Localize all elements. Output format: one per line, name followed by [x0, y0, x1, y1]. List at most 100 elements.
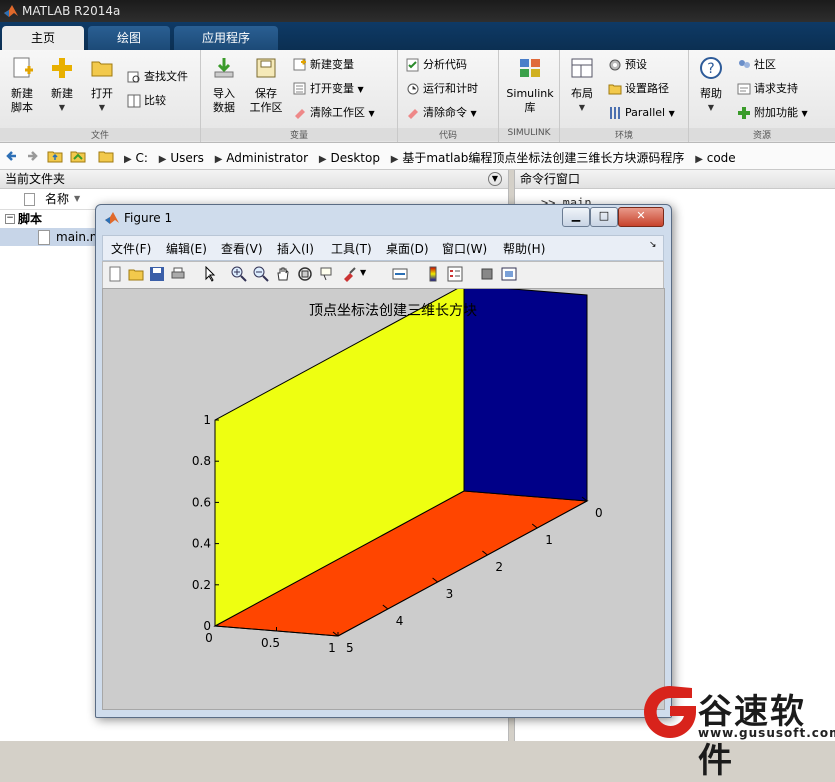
file-type-icon: [24, 193, 35, 206]
maximize-button[interactable]: □: [590, 207, 618, 227]
breadcrumb-item[interactable]: Desktop: [330, 151, 380, 165]
parallel-label: Parallel: [625, 106, 666, 119]
select-arrow-icon[interactable]: [202, 266, 218, 282]
open-button[interactable]: 打开 ▼: [84, 56, 120, 115]
figure-title: Figure 1: [124, 211, 173, 225]
new-figure-icon[interactable]: [107, 266, 123, 282]
clear-commands-button[interactable]: 清除命令 ▼: [406, 104, 477, 122]
compare-button[interactable]: 比较: [127, 92, 166, 110]
breadcrumb-item[interactable]: C:: [136, 151, 148, 165]
simulink-library-button[interactable]: Simulink 库: [503, 56, 557, 115]
file-section-caption: 文件: [0, 128, 200, 141]
z-tick-label: 0.6: [192, 495, 211, 509]
clear-workspace-icon: [295, 109, 305, 119]
tab-apps[interactable]: 应用程序: [174, 26, 278, 50]
menu-help[interactable]: 帮助(H): [503, 240, 545, 257]
open-icon[interactable]: [128, 266, 144, 282]
environment-section-caption: 环境: [560, 128, 688, 141]
find-files-icon: [127, 71, 140, 83]
new-script-button[interactable]: 新建 脚本: [4, 56, 40, 115]
figure-window[interactable]: Figure 1 ▁ □ ✕ 文件(F) 编辑(E) 查看(V) 插入(I) 工…: [95, 204, 672, 718]
analyze-code-button[interactable]: 分析代码: [406, 56, 467, 74]
set-path-button[interactable]: 设置路径: [608, 80, 669, 98]
dock-arrow-icon[interactable]: ↘: [649, 240, 657, 250]
collapse-icon[interactable]: −: [5, 214, 15, 224]
layout-icon: [571, 58, 593, 78]
pan-hand-icon[interactable]: [275, 266, 291, 282]
new-variable-button[interactable]: 新建变量: [293, 56, 354, 74]
chart-3d-box[interactable]: 00.20.40.60.810 0.5 1012345顶点坐标法创建三维长方块: [103, 289, 664, 709]
save-workspace-button[interactable]: 保存 工作区: [247, 56, 285, 115]
ribbon: 新建 脚本 新建 ▼ 打开 ▼ 查找文件 比较 文件 导入 数据 保存 工作区 …: [0, 50, 835, 143]
tab-plots[interactable]: 绘图: [88, 26, 170, 50]
panel-menu-icon[interactable]: ▼: [488, 172, 502, 186]
link-icon[interactable]: [392, 266, 408, 282]
request-support-button[interactable]: 请求支持: [737, 80, 798, 98]
window-titlebar: MATLAB R2014a: [0, 0, 835, 22]
ribbon-section-simulink: Simulink 库 SIMULINK: [499, 50, 560, 142]
run-and-time-button[interactable]: 运行和计时: [406, 80, 478, 98]
find-files-button[interactable]: 查找文件: [127, 68, 188, 86]
layout-button[interactable]: 布局 ▼: [564, 56, 600, 115]
legend-icon[interactable]: [447, 266, 463, 282]
up-folder-icon[interactable]: [47, 148, 63, 164]
menu-desktop[interactable]: 桌面(D): [386, 240, 429, 257]
menu-window[interactable]: 窗口(W): [442, 240, 487, 257]
preferences-button[interactable]: 预设: [608, 56, 647, 74]
print-icon[interactable]: [170, 266, 186, 282]
community-label: 社区: [754, 58, 776, 71]
save-icon[interactable]: [149, 266, 165, 282]
plot-area[interactable]: 0 0.2 0.4 0.6 0.8 1 0 0.5 1 0 1 2 3 4 5 顶点坐标法创建三维长方块: [102, 288, 665, 710]
help-button[interactable]: ? 帮助 ▼: [693, 56, 729, 115]
minimize-button[interactable]: ▁: [562, 207, 590, 227]
parallel-button[interactable]: Parallel ▼: [608, 104, 675, 122]
find-files-label: 查找文件: [144, 70, 188, 83]
clear-workspace-button[interactable]: 清除工作区 ▼: [293, 104, 375, 122]
data-cursor-icon[interactable]: [319, 266, 335, 282]
menu-tools[interactable]: 工具(T): [331, 240, 372, 257]
open-label: 打开: [91, 87, 113, 100]
breadcrumb-separator: ▶: [158, 154, 167, 165]
breadcrumb-item[interactable]: 基于matlab编程顶点坐标法创建三维长方块源码程序: [402, 151, 684, 165]
menu-view[interactable]: 查看(V): [221, 240, 263, 257]
brush-icon[interactable]: [341, 266, 357, 282]
figure-titlebar[interactable]: Figure 1 ▁ □ ✕: [96, 205, 671, 231]
zoom-in-icon[interactable]: [231, 266, 247, 282]
new-button[interactable]: 新建 ▼: [44, 56, 80, 115]
open-variable-button[interactable]: 打开变量 ▼: [293, 80, 364, 98]
z-tick-label: 1: [203, 413, 211, 427]
breadcrumb-item[interactable]: Administrator: [226, 151, 308, 165]
close-icon: ✕: [636, 209, 646, 222]
colorbar-icon[interactable]: [425, 266, 441, 282]
breadcrumb-item[interactable]: code: [707, 151, 736, 165]
sort-arrow-icon: ▼: [74, 194, 81, 203]
import-data-button[interactable]: 导入 数据: [205, 56, 243, 115]
simulink-library-icon: [520, 59, 540, 77]
save-workspace-icon: [256, 58, 276, 78]
ribbon-section-file: 新建 脚本 新建 ▼ 打开 ▼ 查找文件 比较 文件: [0, 50, 201, 142]
group-label: 脚本: [18, 212, 43, 226]
menu-file[interactable]: 文件(F): [111, 240, 151, 257]
run-time-icon: [407, 83, 419, 95]
rotate-3d-icon[interactable]: [297, 266, 313, 282]
forward-arrow-icon[interactable]: [24, 148, 40, 164]
hide-tools-icon[interactable]: [479, 266, 495, 282]
breadcrumb-separator: ▶: [390, 154, 399, 165]
clear-workspace-label: 清除工作区: [310, 106, 365, 119]
new-plus-icon: [52, 58, 72, 78]
browse-folder-icon[interactable]: [70, 148, 86, 164]
close-button[interactable]: ✕: [618, 207, 664, 227]
y-tick-label: 2: [495, 560, 503, 574]
breadcrumb-item[interactable]: Users: [170, 151, 204, 165]
menu-edit[interactable]: 编辑(E): [166, 240, 207, 257]
community-button[interactable]: 社区: [737, 56, 776, 74]
addons-button[interactable]: 附加功能 ▼: [737, 104, 808, 122]
chevron-down-icon[interactable]: ▼: [360, 268, 366, 277]
clear-commands-icon: [408, 109, 418, 119]
menu-insert[interactable]: 插入(I): [277, 240, 314, 257]
show-tools-icon[interactable]: [501, 266, 517, 282]
window-title: MATLAB R2014a: [22, 4, 121, 18]
back-arrow-icon[interactable]: [4, 148, 20, 164]
tab-home[interactable]: 主页: [2, 26, 84, 50]
zoom-out-icon[interactable]: [253, 266, 269, 282]
